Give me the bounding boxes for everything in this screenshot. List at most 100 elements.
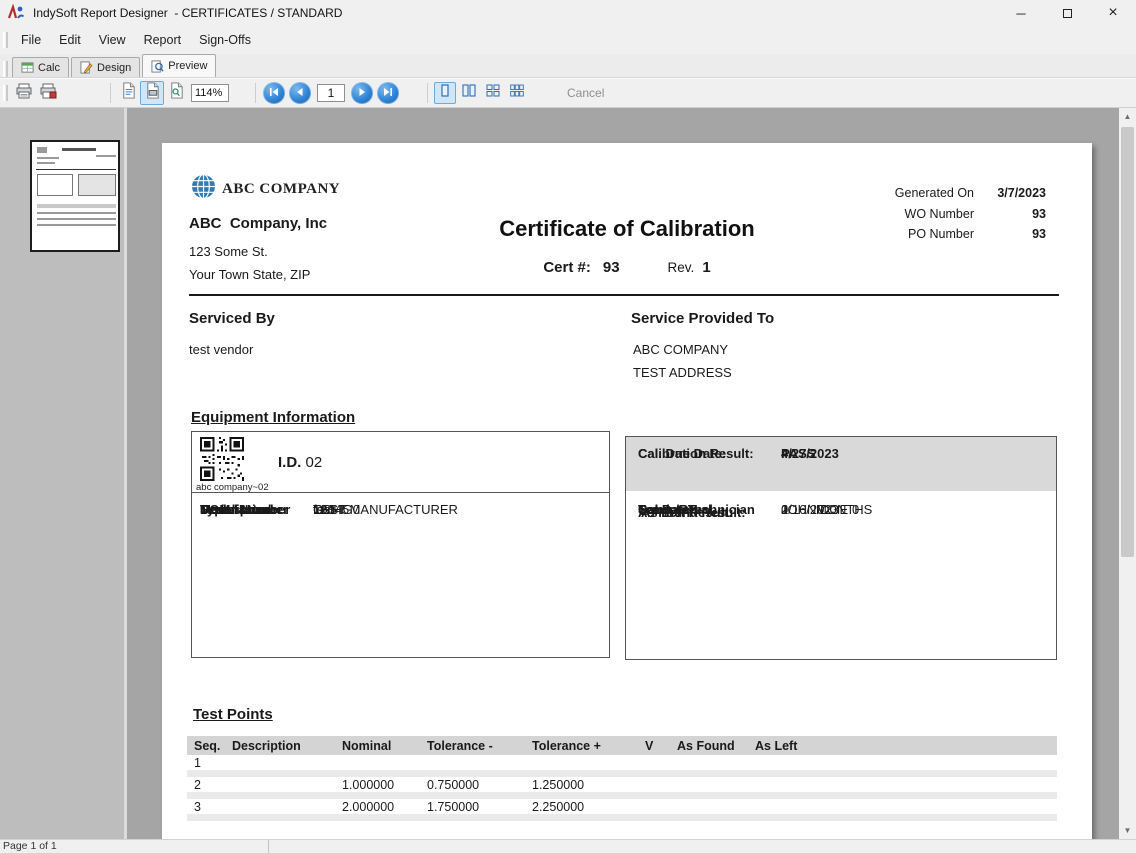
cell-description — [225, 774, 335, 796]
printer-icon — [15, 82, 33, 105]
service-to-line1: ABC COMPANY — [633, 342, 728, 357]
tab-preview[interactable]: Preview — [142, 54, 216, 77]
thumbnail-content — [37, 162, 55, 164]
tab-preview-label: Preview — [168, 60, 207, 72]
col-v: V — [638, 736, 670, 755]
view-single-page-button[interactable] — [434, 82, 456, 104]
meta-row: WO Number 93 — [895, 204, 1046, 225]
table-row: 1 — [187, 755, 1057, 774]
page-info: Page 1 of 1 — [3, 840, 57, 852]
col-seq: Seq. — [187, 736, 225, 755]
cell-description — [225, 755, 335, 774]
cal-due-date-label: Cal. Due Date: — [638, 444, 726, 464]
toolbar-grip — [3, 85, 8, 101]
statusbar-divider — [268, 840, 269, 853]
minimize-button[interactable]: ─ — [998, 0, 1044, 26]
test-points-header-row: Seq. Description Nominal Tolerance - Tol… — [187, 736, 1057, 755]
close-button[interactable]: × — [1090, 0, 1136, 26]
four-page-layout-icon — [486, 84, 500, 102]
zoom-100-button[interactable] — [164, 81, 188, 105]
two-page-layout-icon — [462, 84, 476, 102]
company-logo: ABC COMPANY — [190, 173, 340, 205]
scrollbar-thumb[interactable] — [1121, 127, 1134, 557]
first-page-button[interactable] — [263, 82, 285, 104]
meta-row: PO Number 93 — [895, 224, 1046, 245]
po-number-value: 93 — [974, 224, 1046, 245]
print-report-button[interactable] — [12, 81, 36, 105]
scroll-up-button[interactable]: ▲ — [1119, 108, 1136, 125]
company-address-line1: 123 Some St. — [189, 244, 268, 259]
whole-page-icon — [120, 82, 137, 104]
printer-setup-icon — [39, 82, 57, 105]
toolbar-separator — [110, 83, 111, 103]
view-two-pages-button[interactable] — [458, 82, 480, 104]
view-many-pages-button[interactable] — [506, 82, 528, 104]
zoom-input[interactable]: 114% — [191, 84, 229, 102]
last-page-icon — [383, 84, 393, 102]
menu-item-file[interactable]: File — [12, 29, 50, 51]
service-provided-to-heading: Service Provided To — [631, 310, 774, 327]
equipment-info-heading: Equipment Information — [191, 409, 355, 426]
description-value: CMHG0 — [313, 498, 360, 522]
menu-item-signoffs[interactable]: Sign-Offs — [190, 29, 260, 51]
menu-item-report[interactable]: Report — [135, 29, 191, 51]
qr-code — [200, 437, 244, 481]
menubar-grip — [3, 32, 8, 48]
col-tolerance-plus: Tolerance + — [525, 736, 638, 755]
cancel-button[interactable]: Cancel — [567, 86, 604, 100]
cert-number-label: Cert #: — [543, 259, 591, 276]
cell-description — [225, 796, 335, 818]
tab-calc-label: Calc — [38, 62, 60, 74]
col-nominal: Nominal — [335, 736, 420, 755]
cal-due-date-value: 4/27/2023 — [781, 444, 839, 464]
tabbar: Calc Design Preview — [0, 54, 1136, 78]
id-value: 02 — [306, 454, 323, 471]
vertical-scrollbar[interactable]: ▲ ▼ — [1119, 108, 1136, 839]
page-thumbnail[interactable] — [30, 140, 120, 252]
id-label: I.D. — [278, 454, 301, 471]
equipment-id: I.D. 02 — [278, 454, 322, 471]
cell-seq: 3 — [187, 796, 225, 818]
cell-nominal: 2.000000 — [335, 796, 420, 818]
tab-calc[interactable]: Calc — [12, 57, 69, 77]
maximize-button[interactable] — [1044, 0, 1090, 26]
cal-interval-value: 2 — [781, 498, 788, 522]
menu-item-view[interactable]: View — [90, 29, 135, 51]
zoom-whole-page-button[interactable] — [116, 81, 140, 105]
view-four-pages-button[interactable] — [482, 82, 504, 104]
previous-page-button[interactable] — [289, 82, 311, 104]
scroll-down-button[interactable]: ▼ — [1119, 822, 1136, 839]
equipment-box-divider — [192, 492, 609, 493]
document-page: ABC COMPANY ABC Company, Inc 123 Some St… — [162, 143, 1092, 839]
col-as-found: As Found — [670, 736, 748, 755]
zoom-page-width-button[interactable] — [140, 81, 164, 105]
menu-item-edit[interactable]: Edit — [50, 29, 90, 51]
rev-label: Rev. — [668, 260, 695, 275]
test-points-table: Seq. Description Nominal Tolerance - Tol… — [187, 736, 1057, 821]
toolbar-separator — [427, 83, 428, 103]
cell-tolerance-plus: 1.250000 — [525, 774, 638, 796]
thumbnail-content — [37, 174, 73, 196]
wo-number-value: 93 — [974, 204, 1046, 225]
print-setup-button[interactable] — [36, 81, 60, 105]
cell-tolerance-plus — [525, 755, 638, 774]
titlebar: IndySoft Report Designer - CERTIFICATES … — [0, 0, 1136, 26]
col-tolerance-minus: Tolerance - — [420, 736, 525, 755]
table-row: 3 2.000000 1.750000 2.250000 — [187, 796, 1057, 818]
window-controls: ─ × — [998, 0, 1136, 26]
last-page-button[interactable] — [377, 82, 399, 104]
calibration-header: Calibration Result: PASS Cal. Due Date: … — [626, 437, 1056, 491]
maximize-icon — [1063, 9, 1072, 18]
next-page-button[interactable] — [351, 82, 373, 104]
preview-area[interactable]: ABC COMPANY ABC Company, Inc 123 Some St… — [127, 108, 1119, 839]
page-number-input[interactable]: 1 — [317, 84, 345, 102]
cell-as-left — [748, 796, 1057, 818]
toolbar-separator — [255, 83, 256, 103]
cell-v — [638, 755, 670, 774]
tab-design[interactable]: Design — [71, 57, 140, 77]
main-area: ABC COMPANY ABC Company, Inc 123 Some St… — [0, 108, 1136, 839]
calibration-box: Calibration Result: PASS Cal. Due Date: … — [625, 436, 1057, 660]
cell-as-left — [748, 774, 1057, 796]
thumbnail-content — [96, 155, 116, 157]
generated-on-label: Generated On — [895, 183, 974, 204]
